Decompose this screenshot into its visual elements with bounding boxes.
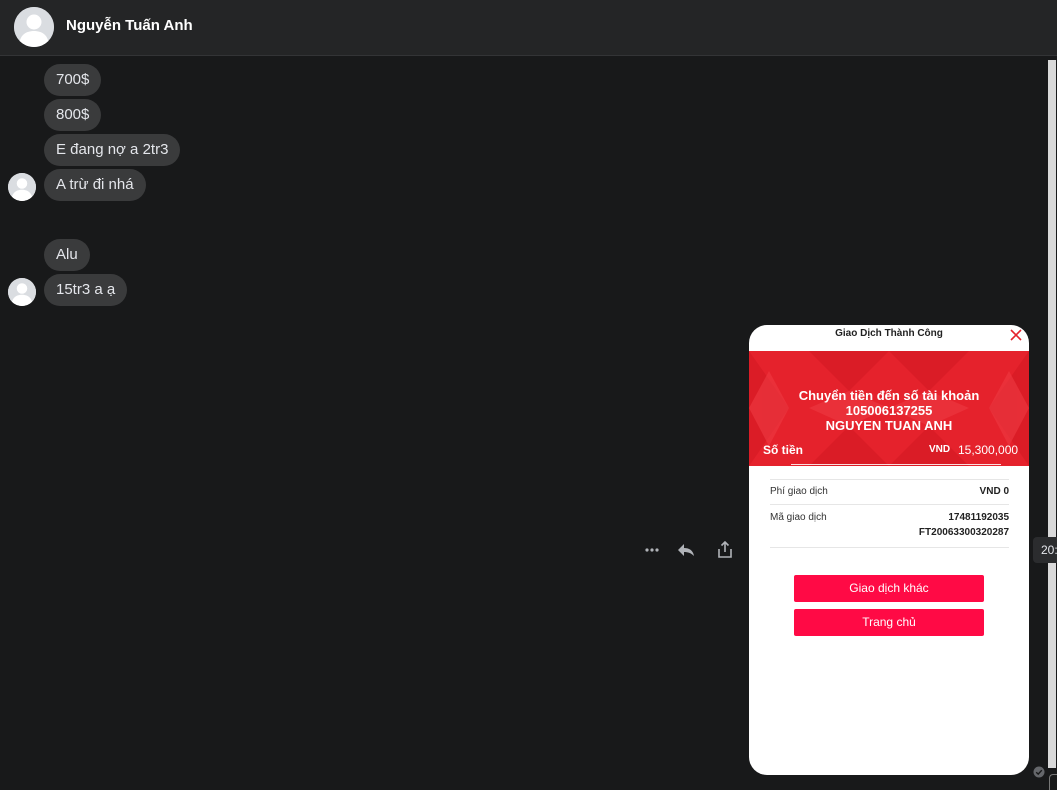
message-bubble[interactable]: 700$ [44,64,102,96]
timestamp-tooltip: 20: [1033,537,1057,563]
home-button: Trang chủ [794,609,984,636]
more-horizontal-icon [645,548,659,552]
message-bubble[interactable]: 800$ [44,99,102,131]
banner-divider [791,464,1001,465]
composer-edge [1049,774,1057,790]
message-bubble[interactable]: 15tr3 a ạ [44,274,128,306]
amount-label: Số tiền [763,443,804,457]
code-value-line-1: 17481192035 [948,512,1009,523]
reply-icon [678,544,694,556]
shared-receipt-image[interactable]: Giao Dịch Thành Công Chuyển tiền đến số … [749,325,1029,775]
receipt-headline: Chuyển tiền đến số tài khoản [798,388,980,403]
avatar-silhouette-icon [8,278,36,306]
share-icon [718,541,732,558]
message-bubble[interactable]: E đang nợ a 2tr3 [44,134,181,166]
code-value-line-2: FT20063300320287 [918,527,1009,538]
fee-label: Phí giao dịch [770,486,828,497]
chat-header: Nguyễn Tuấn Anh [0,0,1057,56]
reply-button[interactable] [674,538,698,562]
avatar-silhouette-icon [8,173,36,201]
message-bubble[interactable]: A trừ đi nhá [44,169,146,201]
sender-avatar[interactable] [8,173,36,201]
amount-currency: VND [929,444,951,455]
row-divider [770,504,1009,505]
seen-check-icon [1033,765,1045,778]
contact-name[interactable]: Nguyễn Tuấn Anh [66,17,193,34]
fee-value: VND 0 [979,486,1009,497]
sender-avatar[interactable] [8,278,36,306]
receipt-account-number: 105006137255 [845,403,933,418]
contact-avatar[interactable] [14,7,54,47]
row-divider [770,547,1009,548]
more-options-button[interactable] [640,538,664,562]
receipt-title: Giao Dịch Thành Công [835,328,943,339]
share-button[interactable] [713,538,737,562]
chat-scrollbar[interactable] [1048,60,1056,768]
row-divider [770,479,1009,480]
message-bubble[interactable]: Alu [44,239,90,271]
other-transaction-button: Giao dịch khác [794,575,984,602]
message-actions [640,538,740,562]
amount-value: 15,300,000 [958,443,1019,457]
code-label: Mã giao dịch [770,512,827,523]
avatar-silhouette-icon [14,7,54,47]
receipt-account-name: NGUYEN TUAN ANH [825,418,953,433]
close-icon [1009,328,1023,342]
